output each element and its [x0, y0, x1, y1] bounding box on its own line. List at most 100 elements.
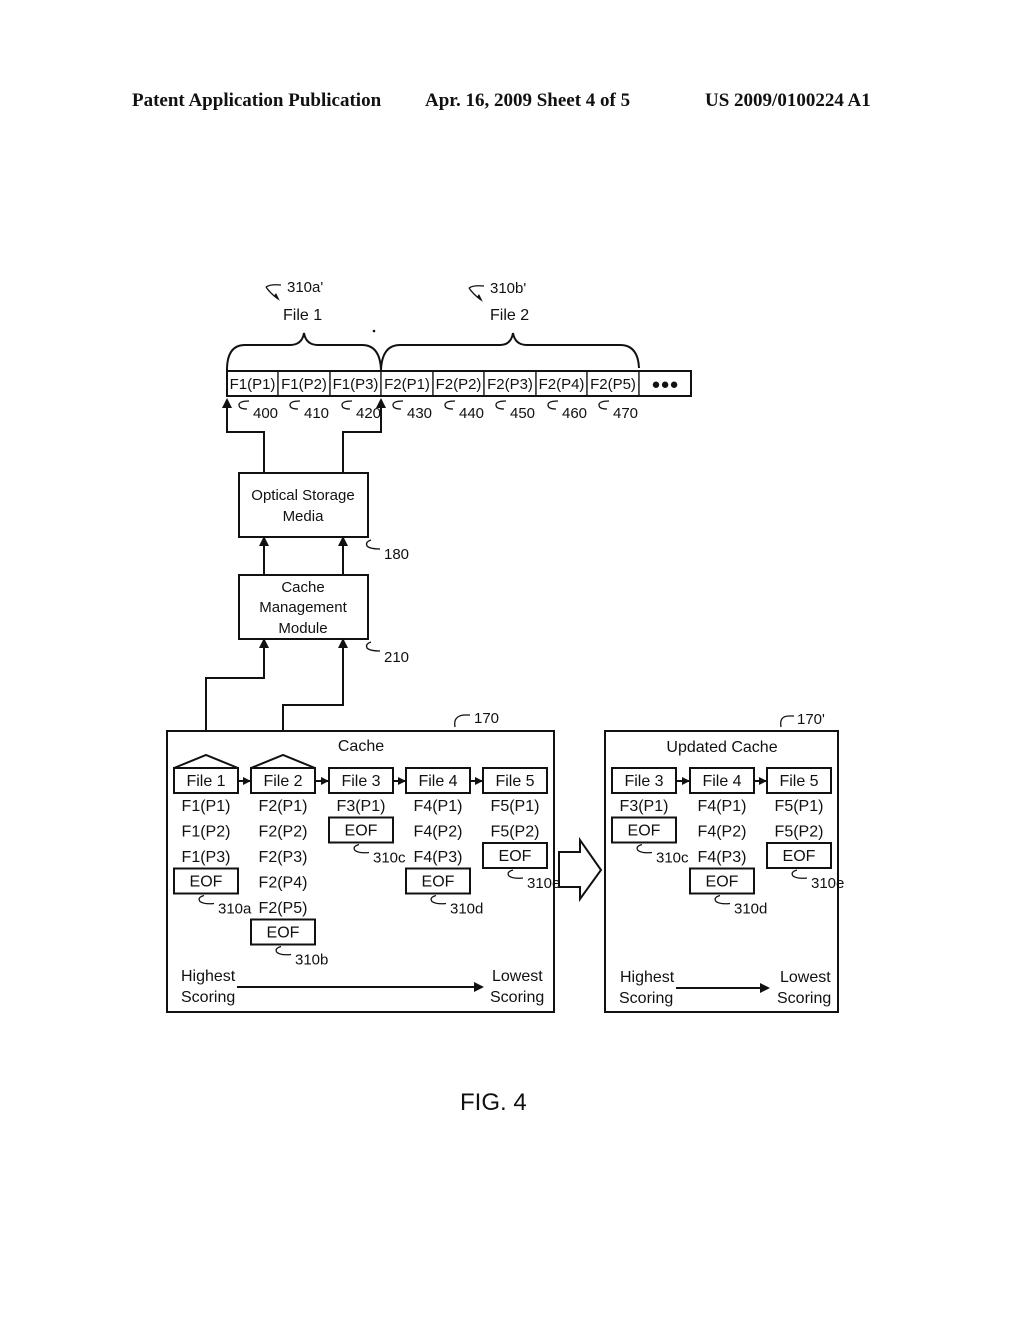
eof-ref: 310d [734, 901, 767, 918]
file-name: File 5 [495, 773, 534, 790]
file-part: F1(P2) [182, 824, 231, 841]
storage-cell: ●●● [638, 370, 692, 397]
file-part: F3(P1) [337, 798, 386, 815]
svg-text:Lowest: Lowest [492, 968, 543, 985]
file-part: F4(P2) [414, 824, 463, 841]
cache: Cache 170 File 1 F1(P1) F1(P2) F1(P3) EOF 310… [166, 710, 560, 1013]
storage-cell-ref: 430 [407, 405, 432, 422]
eof-ref: 310d [450, 901, 483, 918]
file-part: F4(P1) [414, 798, 463, 815]
ref-leader-icon [547, 400, 559, 410]
eof-label: EOF [422, 874, 455, 891]
ref-leader-icon [495, 400, 507, 410]
file-group-1: 310a' File 1 [265, 279, 323, 324]
figure-diagram: 310a' File 1 310b' File 2 F1(P1)400F1(P2… [166, 279, 844, 1116]
svg-text:Module: Module [278, 620, 327, 637]
eof-ref: 310a [218, 901, 252, 918]
storage-cell-ref: 460 [562, 405, 587, 422]
file-part: F4(P3) [698, 849, 747, 866]
eof-label: EOF [499, 848, 532, 865]
svg-text:Scoring: Scoring [777, 990, 831, 1007]
file-part: F2(P4) [259, 875, 308, 892]
file-part: F5(P2) [775, 824, 824, 841]
ref-leader-icon [265, 284, 282, 300]
file-part: F3(P1) [620, 798, 669, 815]
storage-cells: F1(P1)400F1(P2)410F1(P3)420F2(P1)430F2(P… [226, 370, 692, 422]
file-part: F2(P5) [259, 900, 308, 917]
file-1-brace [226, 332, 382, 371]
file-part: F1(P1) [182, 798, 231, 815]
eof-ref: 310e [811, 875, 844, 892]
file-name: File 4 [702, 773, 741, 790]
svg-text:Lowest: Lowest [780, 969, 831, 986]
storage-cell-label: F1(P2) [281, 376, 327, 393]
file-name: File 1 [186, 773, 225, 790]
ref-leader-icon [598, 400, 610, 410]
svg-text:210: 210 [384, 649, 409, 666]
file-part: F4(P1) [698, 798, 747, 815]
file-name: File 4 [418, 773, 457, 790]
updated-cache-title: Updated Cache [666, 739, 777, 756]
file-2-brace [380, 332, 640, 371]
eof-ref: 310c [656, 850, 689, 867]
eof-ref: 310e [527, 875, 560, 892]
ref-label: 310a' [287, 279, 323, 296]
ref-label: 310b' [490, 280, 526, 297]
storage-cell-label: F1(P1) [230, 376, 276, 393]
storage-cell-label: F2(P4) [539, 376, 585, 393]
ref-leader-icon [341, 400, 353, 410]
storage-cell-ref: 400 [253, 405, 278, 422]
file-part: F4(P2) [698, 824, 747, 841]
file-part: F2(P1) [259, 798, 308, 815]
file-name: File 2 [263, 773, 302, 790]
ref-leader-icon [444, 400, 456, 410]
svg-text:Scoring: Scoring [619, 990, 673, 1007]
file-name: File 5 [779, 773, 818, 790]
storage-cell-label: F2(P2) [436, 376, 482, 393]
eof-label: EOF [783, 848, 816, 865]
ref-leader-icon [365, 539, 381, 550]
eof-label: EOF [190, 874, 223, 891]
ref-leader-icon [468, 285, 485, 301]
file-part: F5(P1) [491, 798, 540, 815]
storage-cell-label: F1(P3) [333, 376, 379, 393]
file-group-label: File 2 [490, 307, 529, 324]
storage-cell-ref: 470 [613, 405, 638, 422]
storage-cell-label: F2(P5) [590, 376, 636, 393]
figure-label: FIG. 4 [460, 1089, 527, 1116]
storage-cell-label: F2(P3) [487, 376, 533, 393]
storage-cell-label: F2(P1) [384, 376, 430, 393]
file-group-2: 310b' File 2 [468, 280, 529, 324]
cache-ref: 170 [474, 710, 499, 727]
updated-cache-ref: 170' [797, 711, 825, 728]
file-part: F4(P3) [414, 849, 463, 866]
file-part: F5(P1) [775, 798, 824, 815]
file-part: F5(P2) [491, 824, 540, 841]
transition-arrow-icon [558, 836, 603, 903]
ref-leader-icon [238, 400, 250, 410]
svg-text:Optical Storage: Optical Storage [251, 487, 354, 504]
svg-text:180: 180 [384, 546, 409, 563]
svg-text:Management: Management [259, 599, 347, 616]
svg-text:Highest: Highest [181, 968, 236, 985]
storage-cell-ref: 440 [459, 405, 484, 422]
eof-label: EOF [706, 874, 739, 891]
storage-cell-ref: 420 [356, 405, 381, 422]
svg-text:Highest: Highest [620, 969, 675, 986]
svg-text:Cache: Cache [281, 579, 324, 596]
svg-text:Scoring: Scoring [490, 989, 544, 1006]
file-name: File 3 [624, 773, 663, 790]
eof-ref: 310c [373, 850, 406, 867]
storage-cell-ref: 450 [510, 405, 535, 422]
file-part: F1(P3) [182, 849, 231, 866]
file-name: File 3 [341, 773, 380, 790]
ref-leader-icon [365, 641, 381, 652]
eof-label: EOF [628, 823, 661, 840]
updated-cache: Updated Cache 170' File 3 F3(P1) EOF 310c Fi… [604, 711, 844, 1013]
ref-leader-icon [454, 714, 470, 728]
svg-text:Scoring: Scoring [181, 989, 235, 1006]
file-part: F2(P3) [259, 849, 308, 866]
ref-leader-icon [289, 400, 301, 410]
ref-leader-icon [780, 715, 794, 728]
file-part: F2(P2) [259, 824, 308, 841]
